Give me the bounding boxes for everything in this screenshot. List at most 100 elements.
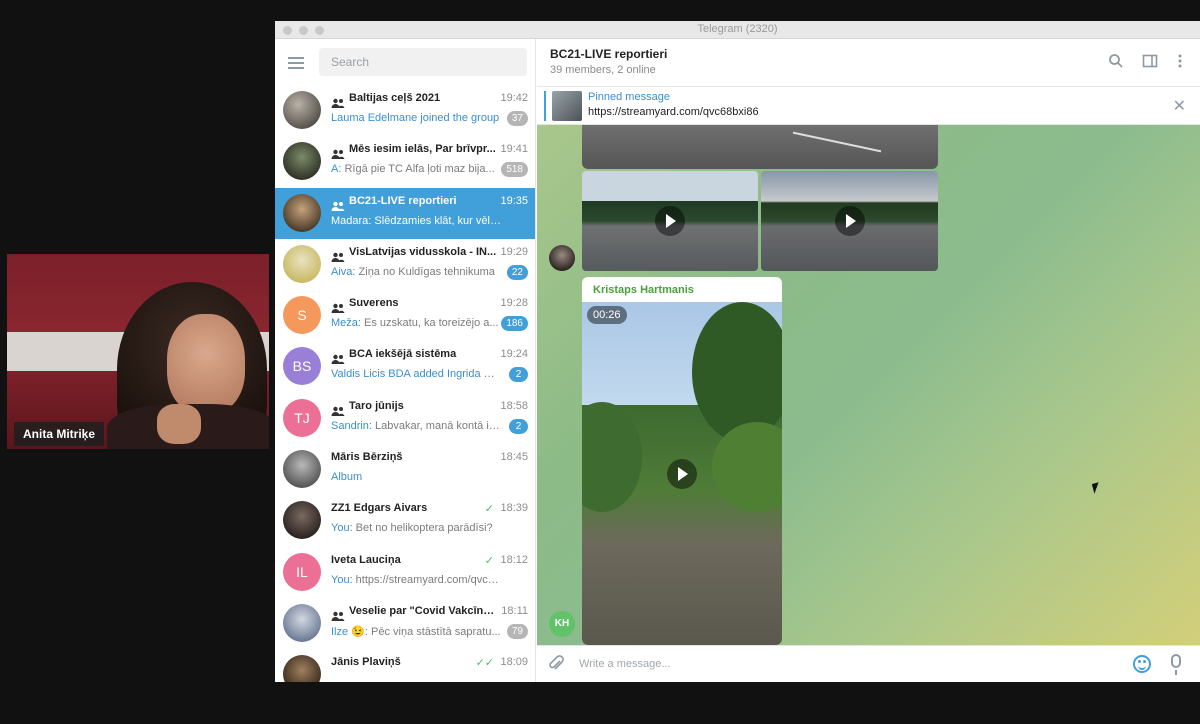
chat-time: 19:41 — [500, 143, 528, 156]
pinned-indicator — [544, 91, 546, 121]
avatar — [283, 193, 321, 232]
group-icon — [331, 300, 345, 314]
pinned-thumbnail — [552, 91, 582, 121]
preview-text: Labvakar, manā kontā ir ... — [371, 419, 501, 432]
chat-time: 18:45 — [500, 451, 528, 464]
chat-name: Mēs iesim ielās, Par brīvpr... — [349, 143, 496, 156]
video-trees-left — [582, 402, 642, 512]
avatar: TJ — [283, 398, 321, 437]
chat-list-item[interactable]: Veselie par "Covid Vakcīnu... 18:11 Ilze 😉… — [275, 598, 535, 649]
unread-badge: 2 — [509, 418, 528, 434]
chat-preview: Sandrin: Labvakar, manā kontā ir ... — [331, 420, 501, 432]
chat-time: 18:09 — [500, 656, 528, 669]
unread-badge: 79 — [506, 623, 528, 639]
preview-sender: Lauma Edelmane joined the group — [331, 112, 500, 124]
participant-hand — [157, 404, 201, 444]
album-photo-top[interactable] — [582, 125, 938, 169]
chat-sidebar: Baltijas ceļš 2021 19:42Lauma Edelmane jo… — [275, 39, 536, 682]
video-trees — [692, 302, 782, 442]
preview-sender: Meža: — [331, 317, 361, 330]
title-bar: Telegram (2320) — [275, 21, 1200, 39]
message-composer — [537, 645, 1200, 682]
album-video-1[interactable] — [582, 171, 758, 271]
chat-list-item[interactable]: ZZ1 Edgars Aivars ✓ 18:39 You: Bet no helik… — [275, 495, 535, 546]
chat-time: 19:35 — [500, 194, 528, 207]
chat-name: VisLatvijas vidusskola - IN... — [349, 245, 497, 258]
preview-sender: Valdis Licis BDA added Ingrida Eli... — [331, 368, 501, 381]
pinned-message-bar[interactable]: Pinned message https://streamyard.com/qv… — [537, 87, 1200, 125]
chat-header: BC21-LIVE reportieri 39 members, 2 onlin… — [537, 39, 1200, 87]
video-message[interactable]: Kristaps Hartmanis 00:26 — [582, 277, 782, 645]
avatar: BS — [283, 347, 321, 386]
avatar[interactable]: KH — [549, 611, 575, 637]
participant-face — [167, 314, 245, 414]
video-duration: 00:26 — [587, 306, 627, 324]
chat-list: Baltijas ceļš 2021 19:42 Lauma Edelmane jo… — [275, 85, 535, 682]
avatar — [283, 244, 321, 283]
chat-title[interactable]: BC21-LIVE reportieri — [550, 47, 667, 61]
avatar — [283, 91, 321, 129]
hamburger-menu-icon[interactable] — [288, 57, 304, 69]
chat-name: BCA iekšējā sistēma — [349, 348, 457, 361]
chat-member-count: 39 members, 2 online — [550, 64, 656, 76]
unread-badge: 186 — [501, 316, 528, 332]
group-icon — [331, 351, 345, 365]
chat-list-item[interactable]: Jānis Plaviņš ✓✓ 18:09 — [275, 649, 535, 682]
chat-preview: Lauma Edelmane joined the group — [331, 112, 501, 124]
chat-name: Veselie par "Covid Vakcīnu... — [349, 604, 497, 617]
attach-icon[interactable] — [548, 655, 564, 678]
message-sender-name[interactable]: Kristaps Hartmanis — [593, 284, 694, 296]
avatar[interactable] — [549, 245, 575, 271]
chat-list-item[interactable]: S Suverens 19:28 Meža: Es uzskatu, ka torei… — [275, 290, 535, 341]
preview-text: Bet no helikoptera parādīsi? — [352, 522, 493, 535]
avatar: IL — [283, 552, 321, 591]
chat-area: BC21-LIVE reportieri 39 members, 2 onlin… — [537, 39, 1200, 682]
preview-text: Rīgā pie TC Alfa ļoti maz bija... — [341, 163, 495, 176]
chat-time: 18:11 — [501, 604, 528, 617]
preview-text: Ziņa no Kuldīgas tehnikuma — [355, 265, 495, 278]
chat-list-item[interactable]: VisLatvijas vidusskola - IN... 19:29 Aiva:… — [275, 239, 535, 290]
chat-preview: Valdis Licis BDA added Ingrida Eli... — [331, 368, 501, 380]
chat-name: BC21-LIVE reportieri — [349, 194, 457, 207]
unread-badge: 518 — [501, 162, 528, 178]
more-vertical-icon[interactable] — [1171, 53, 1189, 71]
read-check-icon: ✓ — [484, 554, 494, 567]
avatar — [283, 501, 321, 540]
chat-list-item[interactable]: BC21-LIVE reportieri 19:35 Madara: Slēdzam… — [275, 187, 535, 239]
play-icon[interactable] — [667, 458, 697, 489]
chat-list-item[interactable]: IL Iveta Lauciņa ✓ 18:12 You: https://stream… — [275, 547, 535, 598]
chat-preview: Ilze 😉: Pēc viņa stāstītā sapratu... — [331, 625, 501, 638]
microphone-icon[interactable] — [1171, 654, 1181, 675]
preview-text: https://streamyard.com/qvc68b... — [352, 573, 501, 586]
close-icon[interactable]: ✕ — [1173, 96, 1186, 116]
chat-list-item[interactable]: Mēs iesim ielās, Par brīvpr... 19:41 A: Rī… — [275, 136, 535, 187]
avatar — [283, 142, 321, 181]
chat-name: ZZ1 Edgars Aivars — [331, 502, 428, 515]
search-input[interactable] — [319, 48, 527, 76]
group-icon — [331, 198, 345, 211]
preview-sender: Ilze 😉: — [331, 625, 368, 638]
emoji-icon[interactable] — [1133, 655, 1151, 673]
sidebar-toggle-icon[interactable] — [1141, 53, 1159, 71]
chat-list-item[interactable]: Baltijas ceļš 2021 19:42 Lauma Edelmane jo… — [275, 85, 535, 136]
search-icon[interactable] — [1107, 53, 1125, 71]
message-input[interactable] — [579, 654, 1099, 674]
chat-list-item[interactable]: TJ Taro jūnijs 18:58 Sandrin: Labvakar, man… — [275, 393, 535, 444]
preview-sender: A: — [331, 163, 342, 176]
chat-preview: Meža: Es uzskatu, ka toreizējo a... — [331, 317, 501, 329]
group-icon — [331, 95, 345, 108]
chat-preview: You: https://streamyard.com/qvc68b... — [331, 574, 501, 586]
telegram-window: Telegram (2320) Baltijas ceļš 202119:42L… — [275, 21, 1200, 682]
chat-list-item[interactable]: Māris Bērziņš 18:45 Album — [275, 444, 535, 495]
pinned-url[interactable]: https://streamyard.com/qvc68bxi86 — [588, 106, 759, 118]
preview-text: Slēdzamies klāt, kur vēl ir cil... — [374, 214, 501, 227]
group-icon — [331, 403, 345, 416]
chat-time: 18:58 — [500, 399, 528, 412]
play-icon[interactable] — [655, 206, 685, 236]
unread-badge: 2 — [509, 367, 528, 383]
play-icon[interactable] — [834, 206, 865, 236]
album-video-2[interactable] — [761, 171, 938, 271]
video-thumbnail[interactable]: 00:26 — [582, 302, 782, 645]
message-history[interactable]: Kristaps Hartmanis 00:26 KH — [537, 125, 1200, 645]
chat-list-item[interactable]: BS BCA iekšējā sistēma 19:24 Valdis Licis B… — [275, 341, 535, 392]
